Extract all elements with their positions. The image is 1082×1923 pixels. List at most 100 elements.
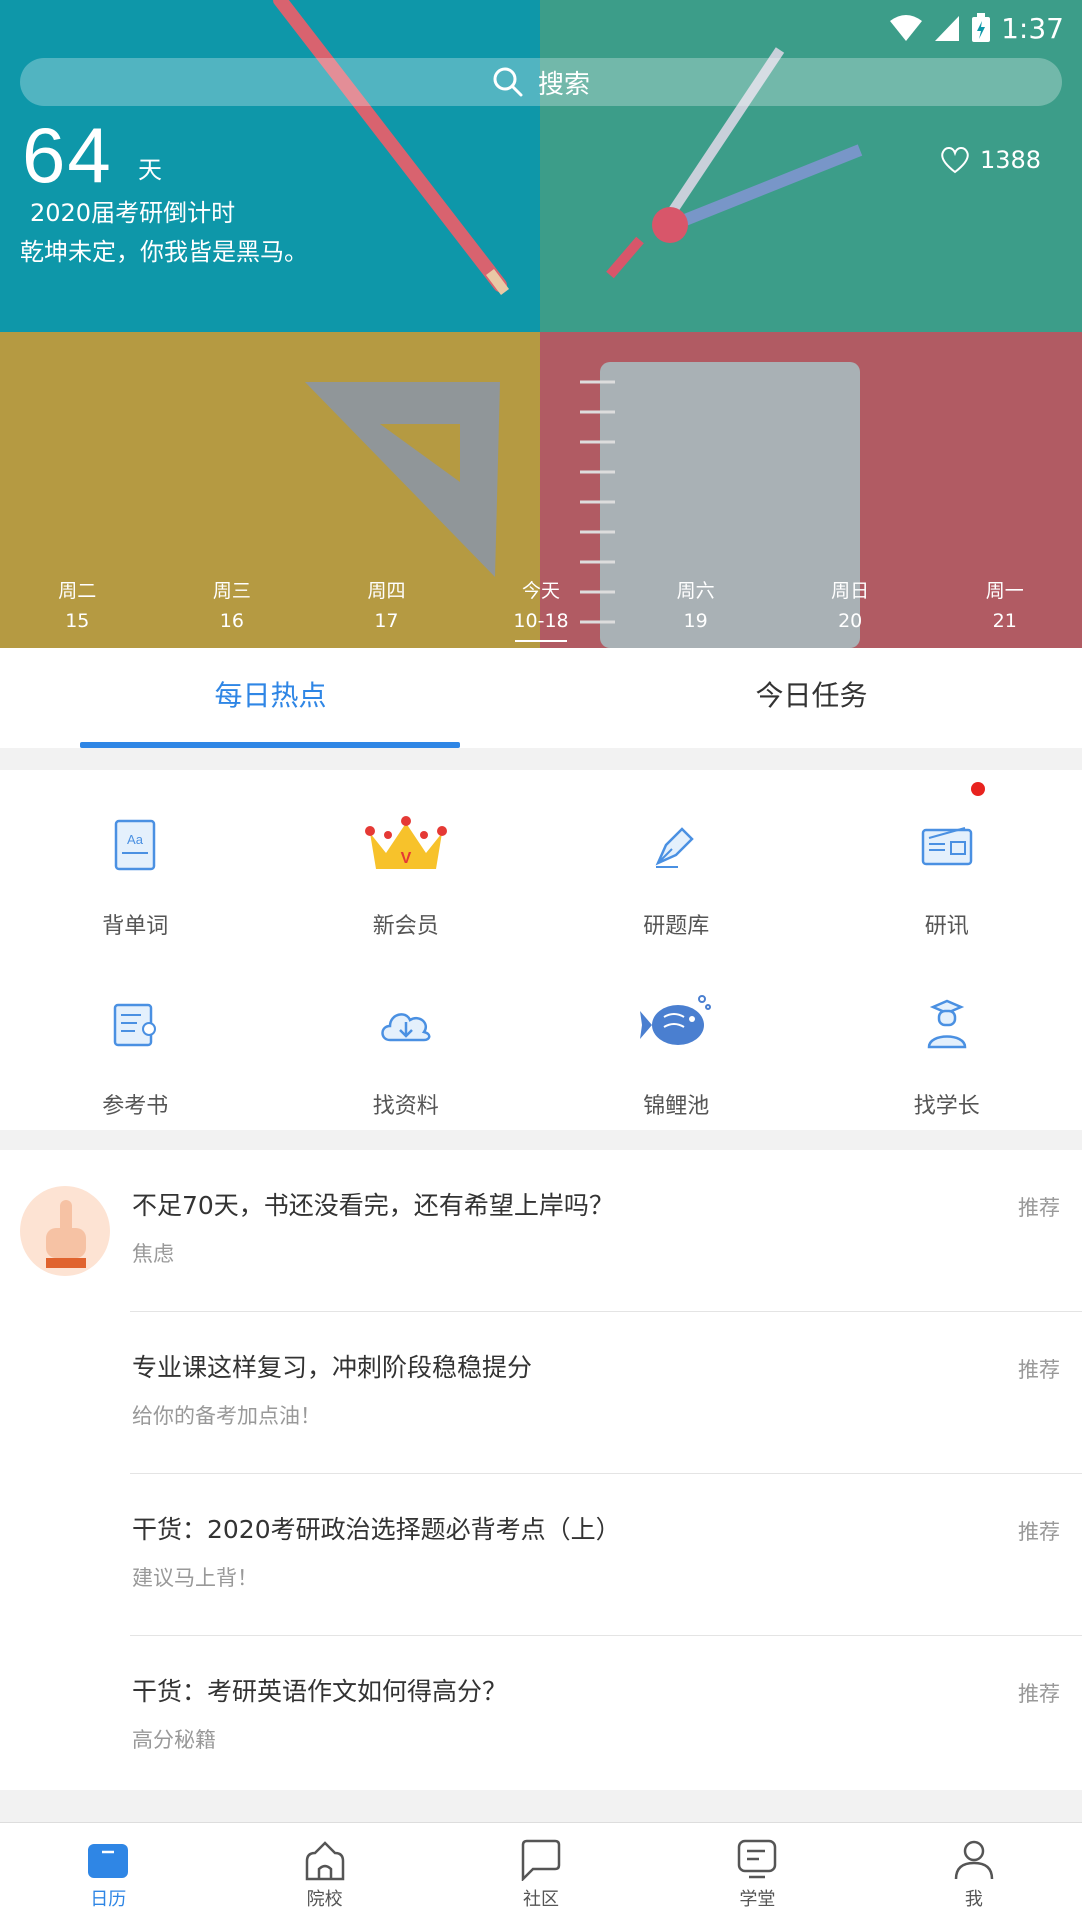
tab-daily-hot[interactable]: 每日热点	[0, 648, 541, 748]
day-item[interactable]: 周三16	[155, 576, 310, 640]
tab-today-tasks[interactable]: 今日任务	[541, 648, 1082, 748]
week-calendar-strip: 周二15 周三16 周四17 今天10-18 周六19 周日20 周一21	[0, 576, 1082, 640]
countdown-unit: 天	[138, 150, 162, 185]
feature-vocabulary[interactable]: Aa 背单词	[0, 770, 271, 950]
tab-label: 每日热点	[214, 679, 326, 712]
article-list: 不足70天，书还没看完，还有希望上岸吗？ 焦虑 推荐 专业课这样复习，冲刺阶段稳…	[0, 1150, 1082, 1790]
feature-question-bank[interactable]: 研题库	[541, 770, 812, 950]
search-icon	[492, 66, 524, 98]
day-item[interactable]: 周日20	[773, 576, 928, 640]
tab-bar: 每日热点 今日任务	[0, 648, 1082, 748]
cloud-download-icon	[361, 980, 451, 1070]
koi-fish-icon	[631, 980, 721, 1070]
day-weekday: 周日	[831, 576, 869, 606]
svg-text:Aa: Aa	[127, 832, 144, 847]
svg-text:V: V	[400, 850, 411, 867]
day-item-today[interactable]: 今天10-18	[464, 576, 619, 640]
heart-icon	[940, 146, 970, 174]
feature-label: 锦鲤池	[643, 1088, 709, 1120]
list-item[interactable]: 专业课这样复习，冲刺阶段稳稳提分 给你的备考加点油！ 推荐	[0, 1312, 1082, 1474]
feature-find-materials[interactable]: 找资料	[271, 950, 542, 1130]
feature-label: 研题库	[643, 908, 709, 940]
nav-calendar[interactable]: 日历	[0, 1823, 216, 1923]
nav-label: 学堂	[739, 1885, 775, 1911]
wifi-icon	[889, 14, 923, 42]
feature-new-member[interactable]: V 新会员	[271, 770, 542, 950]
search-bar[interactable]: 搜索	[20, 58, 1062, 106]
school-icon	[302, 1837, 348, 1883]
recommend-tag: 推荐	[1018, 1678, 1060, 1708]
feature-koi-pond[interactable]: 锦鲤池	[541, 950, 812, 1130]
day-date: 19	[684, 606, 708, 636]
feature-news[interactable]: 研讯	[812, 770, 1082, 950]
day-date: 20	[838, 606, 862, 636]
day-date: 10-18	[513, 606, 568, 636]
nav-label: 社区	[523, 1885, 559, 1911]
notification-dot	[971, 782, 985, 796]
nav-label: 院校	[307, 1885, 343, 1911]
feature-grid: Aa 背单词 V 新会员 研题库 研讯 参考书 找资料 锦鲤池 找学长	[0, 770, 1082, 1130]
status-time: 1:37	[1001, 12, 1064, 45]
day-date: 16	[220, 606, 244, 636]
feature-reference-books[interactable]: 参考书	[0, 950, 271, 1130]
crown-icon: V	[361, 800, 451, 890]
like-count: 1388	[980, 146, 1041, 174]
recommend-tag: 推荐	[1018, 1354, 1060, 1384]
article-subtitle: 给你的备考加点油！	[132, 1400, 321, 1430]
day-date: 15	[65, 606, 89, 636]
article-title: 不足70天，书还没看完，还有希望上岸吗？	[132, 1186, 614, 1222]
article-title: 专业课这样复习，冲刺阶段稳稳提分	[132, 1348, 532, 1384]
list-item[interactable]: 干货：2020考研政治选择题必背考点（上） 建议马上背！ 推荐	[0, 1474, 1082, 1636]
feature-label: 找学长	[914, 1088, 980, 1120]
recommend-tag: 推荐	[1018, 1516, 1060, 1546]
list-item[interactable]: 不足70天，书还没看完，还有希望上岸吗？ 焦虑 推荐	[0, 1150, 1082, 1312]
reference-book-icon	[90, 980, 180, 1070]
classroom-icon	[734, 1837, 780, 1883]
user-icon	[951, 1837, 997, 1883]
day-item[interactable]: 周一21	[927, 576, 1082, 640]
feature-label: 找资料	[373, 1088, 439, 1120]
header-banner: 1:37 搜索 64 天 2020届考研倒计时 乾坤未定，你我皆是黑马。 138…	[0, 0, 1082, 648]
article-subtitle: 建议马上背！	[132, 1562, 258, 1592]
battery-icon	[971, 13, 991, 43]
status-bar: 1:37	[889, 8, 1064, 48]
feature-label: 参考书	[102, 1088, 168, 1120]
nav-school[interactable]: 院校	[216, 1823, 432, 1923]
day-weekday: 周二	[58, 576, 96, 606]
nav-community[interactable]: 社区	[433, 1823, 649, 1923]
feature-find-senior[interactable]: 找学长	[812, 950, 1082, 1130]
list-item[interactable]: 干货：考研英语作文如何得高分？ 高分秘籍 推荐	[0, 1636, 1082, 1798]
day-item[interactable]: 周六19	[618, 576, 773, 640]
article-subtitle: 高分秘籍	[132, 1724, 216, 1754]
feature-label: 研讯	[925, 908, 969, 940]
article-subtitle: 焦虑	[132, 1238, 174, 1268]
nav-label: 我	[965, 1885, 983, 1911]
nav-classroom[interactable]: 学堂	[649, 1823, 865, 1923]
day-date: 17	[374, 606, 398, 636]
like-button[interactable]: 1388	[940, 146, 1041, 174]
day-weekday: 今天	[522, 576, 560, 606]
tab-indicator	[80, 742, 460, 748]
signal-icon	[933, 14, 961, 42]
article-title: 干货：考研英语作文如何得高分？	[132, 1672, 507, 1708]
nav-me[interactable]: 我	[866, 1823, 1082, 1923]
day-item[interactable]: 周二15	[0, 576, 155, 640]
day-weekday: 周四	[367, 576, 405, 606]
motto-text: 乾坤未定，你我皆是黑马。	[20, 232, 308, 267]
pen-nib-icon	[631, 800, 721, 890]
day-item[interactable]: 周四17	[309, 576, 464, 640]
countdown-days: 64	[22, 110, 113, 201]
recommend-tag: 推荐	[1018, 1192, 1060, 1222]
day-weekday: 周三	[213, 576, 251, 606]
day-weekday: 周六	[677, 576, 715, 606]
news-card-icon	[902, 800, 992, 890]
day-date: 21	[993, 606, 1017, 636]
vocabulary-book-icon: Aa	[90, 800, 180, 890]
nav-label: 日历	[90, 1885, 126, 1911]
feature-label: 新会员	[373, 908, 439, 940]
tab-label: 今日任务	[755, 679, 867, 712]
graduate-icon	[902, 980, 992, 1070]
calendar-icon	[85, 1837, 131, 1883]
bottom-navigation: 日历 院校 社区 学堂 我	[0, 1822, 1082, 1923]
chat-bubble-icon	[518, 1837, 564, 1883]
